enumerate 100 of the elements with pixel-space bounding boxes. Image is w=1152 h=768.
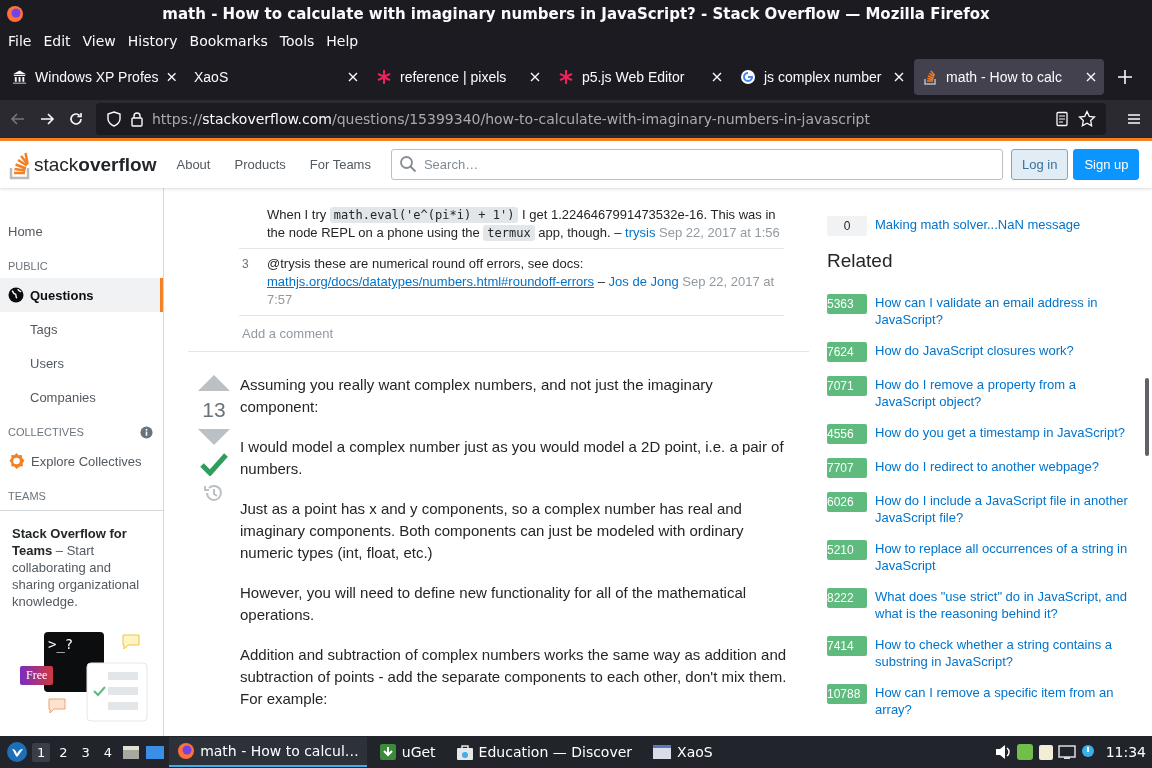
close-icon[interactable] (712, 72, 722, 82)
question-link[interactable]: How to check whether a string contains a substring in JavaScript? (875, 636, 1130, 670)
section-heading: TEAMS (8, 490, 46, 502)
menu-item[interactable]: Help (320, 33, 365, 49)
globe-icon (8, 287, 24, 303)
download-icon (378, 743, 397, 761)
user-link[interactable]: Jos de Jong (608, 274, 679, 289)
free-badge: Free (20, 666, 54, 685)
score-badge: 5363 (827, 294, 867, 314)
nav-item[interactable]: Users (0, 346, 163, 380)
answer-paragraph: Assuming you really want complex numbers, and not just the imaginary component: (240, 375, 714, 417)
question-link[interactable]: How can I remove a specific item from an array? (875, 684, 1130, 718)
question-link[interactable]: How to replace all occurrences of a string in JavaScript (875, 540, 1130, 574)
lock-icon (130, 111, 144, 127)
answer-paragraph: Addition and subtraction of complex numbers works the same way as addition and subtraction of points - add the separate components to each other, don't mix them. For example: (240, 645, 788, 709)
volume-icon[interactable] (993, 743, 1012, 761)
shield-icon (106, 111, 122, 127)
tray-app-icon[interactable] (1015, 743, 1034, 761)
reload-icon[interactable] (68, 111, 84, 127)
menu-item[interactable]: View (76, 33, 122, 49)
nav-item[interactable]: Home (0, 214, 163, 248)
nav-link[interactable]: Products (222, 151, 298, 178)
workspace-button[interactable]: 4 (98, 742, 118, 762)
chat-bubble-icon (122, 634, 140, 650)
question-link[interactable]: How do I include a JavaScript file in another JavaScript file? (875, 492, 1130, 526)
browser-tab[interactable]: Windows XP Profes (4, 59, 184, 95)
taskbar-app[interactable]: XaoS (644, 737, 721, 767)
window-icon (652, 744, 673, 760)
new-tab-icon[interactable] (1118, 70, 1132, 84)
scrollbar-thumb[interactable] (1145, 378, 1149, 456)
score-badge: 0 (827, 216, 867, 236)
answer-paragraph: I would model a complex number just as you would model a 2D point, i.e. a pair of numbers. (240, 437, 785, 479)
taskbar-app[interactable]: Education — Discover (447, 737, 641, 767)
logo[interactable]: stackoverflow (0, 149, 165, 180)
info-icon[interactable] (140, 425, 153, 439)
question-link[interactable]: How can I validate an email address in JavaScript? (875, 294, 1130, 328)
close-icon[interactable] (348, 72, 358, 82)
workspace-button[interactable]: 1 (32, 742, 51, 762)
close-icon[interactable] (1086, 72, 1096, 82)
asterisk-icon (558, 69, 574, 85)
bag-icon (455, 743, 474, 761)
network-icon[interactable] (1057, 743, 1076, 761)
score-badge: 5210 (827, 540, 867, 560)
nav-item[interactable]: Tags (0, 312, 163, 346)
close-icon[interactable] (530, 72, 540, 82)
taskbar-app[interactable]: math - How to calcul… (169, 737, 367, 767)
browser-tab[interactable]: XaoS (186, 59, 366, 95)
desktop-icon[interactable] (145, 743, 166, 761)
menu-icon[interactable] (1126, 111, 1142, 127)
nav-link[interactable]: For Teams (297, 151, 383, 178)
question-link[interactable]: How do JavaScript closures work? (875, 342, 1074, 359)
browser-tab[interactable]: p5.js Web Editor (550, 59, 730, 95)
answer-paragraph: Just as a point has x and y components, so a complex number has real and imaginary components. Both components can just be modeled with ordinary numeric types (int, float, etc.) (240, 499, 745, 563)
search-field[interactable]: Search… (390, 149, 1003, 180)
question-link[interactable]: What does "use strict" do in JavaScript, and what is the reasoning behind it? (875, 588, 1130, 622)
menu-item[interactable]: History (121, 33, 184, 49)
nav-item[interactable]: Questions (0, 278, 163, 312)
answer-paragraph: However, you will need to define new functionality for all of the mathematical operations. (240, 583, 748, 625)
folder-icon[interactable] (121, 743, 142, 761)
g-logo-icon (740, 69, 756, 85)
back-icon[interactable] (10, 111, 26, 127)
close-icon[interactable] (894, 72, 904, 82)
badge-icon (8, 452, 25, 470)
question-link[interactable]: How do I remove a property from a JavaScript object? (875, 376, 1130, 410)
score-badge: 7624 (827, 342, 867, 362)
reader-icon[interactable] (1054, 111, 1070, 127)
forward-icon[interactable] (39, 111, 55, 127)
stack-icon (922, 69, 938, 85)
browser-tab[interactable]: js complex number (732, 59, 912, 95)
menu-item[interactable]: Edit (37, 33, 77, 49)
user-link[interactable]: trysis (625, 225, 656, 240)
section-heading: COLLECTIVES (8, 426, 84, 438)
close-icon[interactable] (166, 72, 176, 82)
address-bar[interactable]: https://stackoverflow.com/questions/15399340/how-to-calculate-with-imaginary-numbers-in-javascript (96, 103, 1106, 135)
menu-item[interactable]: Tools (273, 33, 321, 49)
question-link[interactable]: Making math solver...NaN message (875, 216, 1081, 233)
comment-text: When I try math.eval('e^(pi*i) + 1') I get 1.2246467991473532e-16. This was in the node REPL on a phone using the termux app, though. – trysis Sep 22, 2017 at 1:56 (267, 206, 781, 242)
menu-item[interactable]: File (2, 33, 38, 49)
browser-tab[interactable]: reference | pixels (368, 59, 548, 95)
nav-item[interactable]: Companies (0, 380, 163, 414)
docs-link[interactable]: /numbers.html#roundoff-errors (418, 274, 595, 289)
menu-item[interactable]: Bookmarks (183, 33, 274, 49)
checklist-card-icon (86, 662, 148, 722)
asterisk-icon (376, 69, 392, 85)
nav-item[interactable]: Explore Collectives (0, 444, 163, 478)
workspace-button[interactable]: 3 (76, 742, 95, 762)
browser-tab[interactable]: math - How to calc (914, 59, 1104, 95)
start-menu-icon[interactable] (6, 741, 28, 763)
nav-link[interactable]: About (164, 151, 223, 178)
login-button[interactable]: Log in (1010, 149, 1069, 180)
teams-promo-text: Stack Overflow for Teams – Start collaborating and sharing organizational knowledge. (12, 525, 141, 610)
star-icon[interactable] (1078, 110, 1096, 128)
score-badge: 7707 (827, 458, 867, 478)
question-link[interactable]: How do you get a timestamp in JavaScript? (875, 424, 1125, 441)
question-link[interactable]: How do I redirect to another webpage? (875, 458, 1100, 475)
workspace-button[interactable]: 2 (54, 742, 73, 762)
docs-link[interactable]: mathjs.org/docs/datatypes (267, 274, 419, 289)
taskbar-app[interactable]: uGet (370, 737, 444, 767)
clipboard-icon[interactable] (1037, 743, 1054, 761)
score-badge: 7071 (827, 376, 867, 396)
